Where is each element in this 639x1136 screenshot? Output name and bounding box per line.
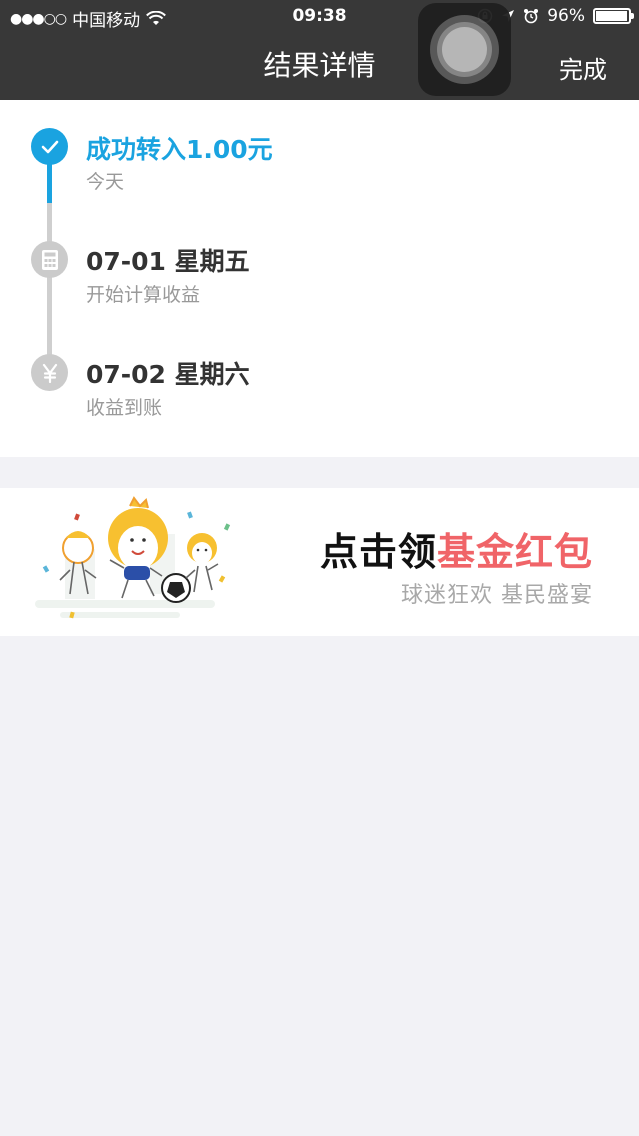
timeline-node-pending <box>31 241 68 278</box>
timeline-node-pending <box>31 354 68 391</box>
timeline-step-title: 07-02 星期六 <box>86 360 250 389</box>
status-bar: ●●●○○ 中国移动 09:38 96% <box>0 0 639 34</box>
assistive-touch-button[interactable] <box>418 3 511 96</box>
timeline-node-done <box>31 128 68 165</box>
battery-percent: 96% <box>547 6 585 26</box>
banner-title-highlight: 基金红包 <box>436 530 593 574</box>
yen-icon <box>42 363 57 383</box>
timeline-step-subtitle: 开始计算收益 <box>86 284 201 306</box>
calculator-icon <box>41 249 58 270</box>
page-title: 结果详情 <box>263 49 376 82</box>
check-icon <box>41 140 58 153</box>
fund-red-packet-banner[interactable]: 点击领基金红包 球迷狂欢 基民盛宴 <box>0 488 639 636</box>
battery-fill <box>596 11 627 21</box>
alarm-icon <box>524 9 539 24</box>
timeline-line-done <box>47 163 52 203</box>
banner-subtitle: 球迷狂欢 基民盛宴 <box>401 583 593 608</box>
done-button[interactable]: 完成 <box>559 50 607 85</box>
timeline-step-title: 07-01 星期五 <box>86 247 250 276</box>
banner-title-prefix: 点击领 <box>319 530 437 574</box>
banner-title: 点击领基金红包 <box>320 521 593 576</box>
football-mascots-illustration <box>35 496 231 619</box>
battery-icon <box>593 8 634 24</box>
navigation-bar: ●●●○○ 中国移动 09:38 96% 结果详情 完成 <box>0 0 639 100</box>
timeline-step-subtitle: 今天 <box>86 171 125 193</box>
timeline-step-title: 成功转入1.00元 <box>86 135 273 164</box>
timeline-line-pending <box>47 203 52 373</box>
assistive-touch-core <box>442 27 487 72</box>
timeline-step-subtitle: 收益到账 <box>86 397 163 419</box>
